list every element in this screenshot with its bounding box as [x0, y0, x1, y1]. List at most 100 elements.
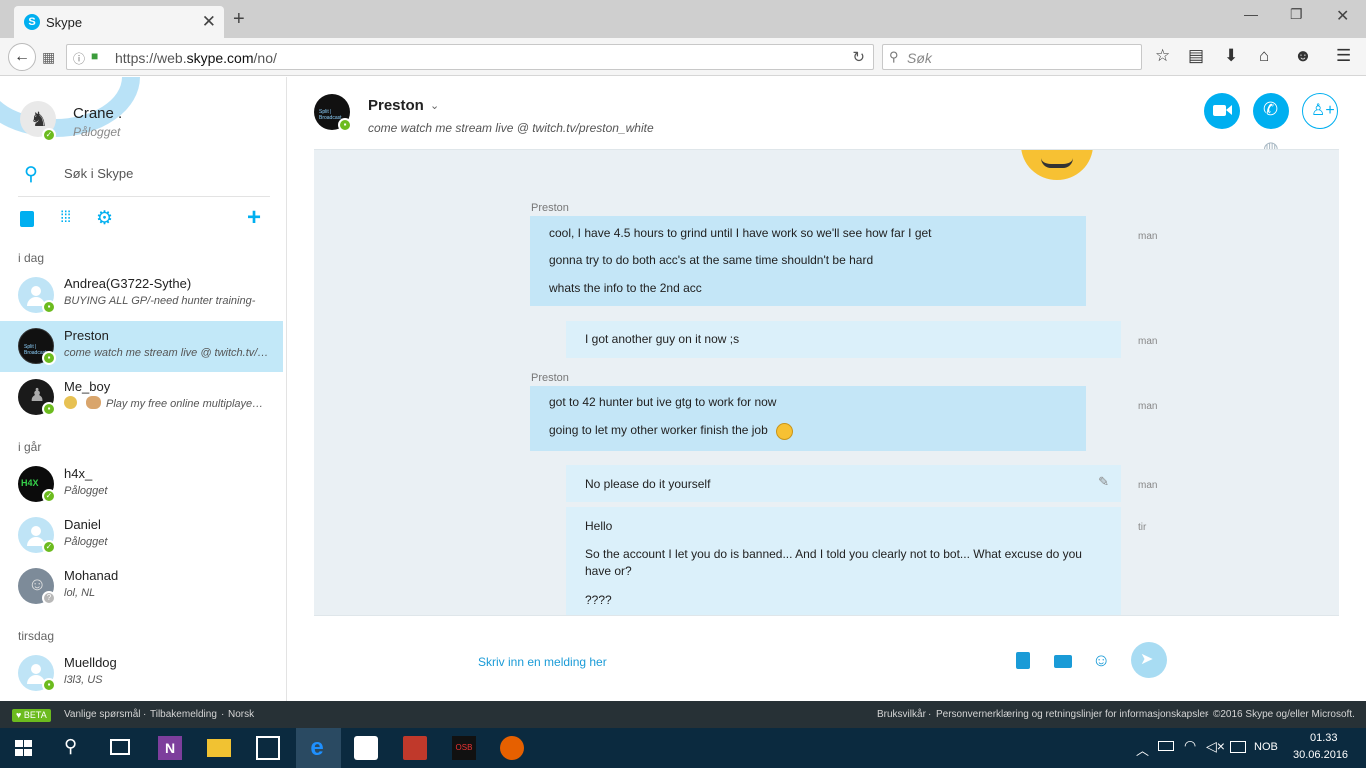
- contact-mood: l3l3, US: [64, 674, 103, 686]
- battery-icon[interactable]: [1158, 741, 1174, 751]
- message-input[interactable]: Skriv inn en melding her: [478, 655, 607, 669]
- search-icon: ⚲: [889, 49, 899, 64]
- message-bubble[interactable]: Hello So the account I let you do is ban…: [566, 507, 1121, 615]
- wifi-icon[interactable]: ◠: [1184, 737, 1196, 754]
- onenote-icon[interactable]: N: [158, 736, 182, 760]
- faq-link[interactable]: Vanlige spørsmål: [64, 709, 141, 720]
- message-bubble[interactable]: No please do it yourself ✎: [566, 465, 1121, 502]
- contact-daniel[interactable]: ✓ Daniel Pålogget: [0, 510, 283, 561]
- new-tab-icon[interactable]: +: [233, 8, 245, 31]
- books-app-icon[interactable]: [403, 736, 427, 760]
- close-tab-icon[interactable]: ✕: [202, 12, 216, 32]
- online-status-icon: ✓: [42, 128, 56, 142]
- home-icon[interactable]: ⌂: [1259, 46, 1269, 66]
- input-language[interactable]: NOB: [1254, 741, 1278, 753]
- contact-mohanad[interactable]: ☺ ? Mohanad lol, NL: [0, 561, 283, 612]
- message-time: man: [1138, 480, 1158, 491]
- tab-groups-icon[interactable]: ▦: [42, 49, 55, 66]
- online-status-icon: ▪: [42, 300, 56, 314]
- minimize-icon[interactable]: —: [1244, 6, 1258, 22]
- separator-dot: ·: [1206, 709, 1210, 720]
- dialpad-icon[interactable]: ⁞⁞⁞: [60, 209, 71, 227]
- send-button[interactable]: ➤: [1131, 642, 1167, 678]
- app-pentagon-icon[interactable]: [354, 736, 378, 760]
- download-icon[interactable]: ⬇: [1224, 46, 1238, 66]
- message-text: Hello: [585, 519, 613, 533]
- extension-icon[interactable]: ☻: [1294, 46, 1312, 66]
- message-time: tir: [1138, 522, 1147, 533]
- message-list[interactable]: Preston cool, I have 4.5 hours to grind …: [314, 149, 1339, 615]
- skype-search[interactable]: ⚲ Søk i Skype: [18, 157, 270, 197]
- skype-sidebar: ♞ ✓ Crane . Pålogget ⚲ Søk i Skype ⁞⁞⁞ ⚙…: [0, 77, 287, 701]
- store-icon[interactable]: [256, 736, 280, 760]
- message-bubble[interactable]: cool, I have 4.5 hours to grind until I …: [530, 216, 1086, 306]
- contact-muelldog[interactable]: ▪ Muelldog l3l3, US: [0, 648, 283, 699]
- chevron-down-icon[interactable]: ⌄: [430, 99, 439, 112]
- message-text: gonna try to do both acc's at the same t…: [549, 253, 874, 267]
- contact-preston[interactable]: Split | Broadcast ▪ Preston come watch m…: [0, 321, 283, 372]
- contact-mood: come watch me stream live @ twitch.tv/pr…: [64, 347, 270, 359]
- url-bar[interactable]: ⓘ ■ https://web.skype.com/no/ ↻: [66, 44, 874, 70]
- clock-date[interactable]: 30.06.2016: [1293, 749, 1348, 761]
- menu-icon[interactable]: ☰: [1336, 46, 1351, 66]
- reading-list-icon[interactable]: ▤: [1188, 46, 1204, 66]
- message-time: man: [1138, 336, 1158, 347]
- feedback-link[interactable]: Tilbakemelding: [150, 709, 217, 720]
- add-people-button[interactable]: ♙+: [1302, 93, 1338, 129]
- clock-time[interactable]: 01.33: [1310, 732, 1338, 744]
- contact-mood: lol, NL: [64, 587, 96, 599]
- message-sender: Preston: [531, 202, 569, 214]
- back-icon[interactable]: ←: [8, 43, 36, 71]
- contact-mood: Pålogget: [64, 485, 108, 497]
- separator-dot: ·: [143, 709, 147, 720]
- message-text: going to let my other worker finish the …: [549, 423, 768, 437]
- audio-call-button[interactable]: ✆: [1253, 93, 1289, 129]
- contact-name: h4x_: [64, 466, 93, 481]
- reload-icon[interactable]: ↻: [852, 48, 865, 66]
- contact-h4x[interactable]: H4X ✓ h4x_ Pålogget: [0, 459, 283, 510]
- browser-tab[interactable]: S Skype ✕: [14, 6, 224, 38]
- privacy-link[interactable]: Personvernerklæring og retningslinjer fo…: [936, 709, 1208, 720]
- copyright-text: ©2016 Skype og/eller Microsoft.: [1213, 709, 1355, 720]
- chevron-up-icon[interactable]: ︿: [1136, 740, 1149, 759]
- chat-contact-name[interactable]: Preston: [368, 97, 424, 114]
- notification-icon[interactable]: [1230, 741, 1246, 753]
- terms-link[interactable]: Bruksvilkår: [877, 709, 926, 720]
- file-explorer-icon[interactable]: [207, 739, 231, 757]
- task-view-icon[interactable]: [110, 739, 130, 755]
- video-call-button[interactable]: [1204, 93, 1240, 129]
- window-close-icon[interactable]: ✕: [1336, 6, 1349, 26]
- firefox-icon[interactable]: [500, 736, 524, 760]
- edge-icon[interactable]: e: [305, 736, 329, 760]
- volume-icon[interactable]: ◁×: [1206, 738, 1225, 755]
- online-status-icon: ✓: [42, 540, 56, 554]
- separator-dot: ·: [928, 709, 932, 720]
- message-bubble[interactable]: I got another guy on it now ;s: [566, 321, 1121, 358]
- language-link[interactable]: Norsk: [228, 709, 254, 720]
- video-camera-icon: [1213, 105, 1226, 116]
- profile-name[interactable]: Crane .: [73, 105, 122, 122]
- message-time: man: [1138, 401, 1158, 412]
- settings-gear-icon[interactable]: ⚙: [96, 207, 113, 230]
- edit-pencil-icon[interactable]: ✎: [1098, 474, 1109, 490]
- restore-icon[interactable]: ❐: [1290, 6, 1303, 23]
- profile-status[interactable]: Pålogget: [73, 125, 120, 139]
- contacts-icon[interactable]: [20, 211, 34, 227]
- add-plus-icon[interactable]: +: [247, 204, 261, 232]
- search-bar[interactable]: ⚲ Søk: [882, 44, 1142, 70]
- emoticon-icon[interactable]: ☺: [1092, 650, 1110, 671]
- message-bubble[interactable]: got to 42 hunter but ive gtg to work for…: [530, 386, 1086, 451]
- online-status-icon: ▪: [338, 118, 352, 132]
- contact-me-boy[interactable]: ♟ ▪ Me_boy Play my free online multiplay…: [0, 372, 283, 423]
- search-icon[interactable]: ⚲: [64, 736, 77, 757]
- phone-icon: ✆: [1263, 99, 1279, 119]
- info-icon[interactable]: ⓘ: [73, 50, 85, 67]
- send-contact-card-icon[interactable]: [1054, 655, 1072, 668]
- contact-name: Mohanad: [64, 568, 119, 583]
- skype-logo-icon: S: [24, 14, 40, 30]
- windows-start-icon[interactable]: [15, 740, 32, 756]
- contact-andrea[interactable]: ▪ Andrea(G3722-Sythe) BUYING ALL GP/-nee…: [0, 269, 283, 320]
- osb-app-icon[interactable]: OSB: [452, 736, 476, 760]
- send-file-icon[interactable]: [1016, 652, 1030, 669]
- bookmark-star-icon[interactable]: ☆: [1155, 46, 1170, 66]
